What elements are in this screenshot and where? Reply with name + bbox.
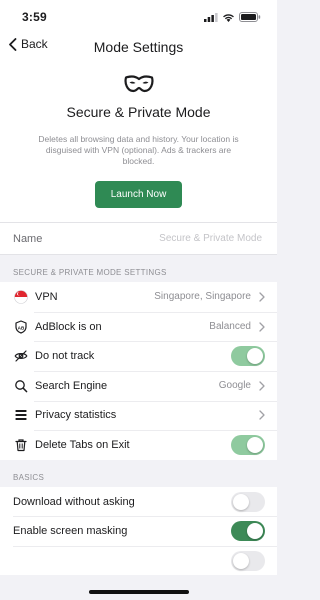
wifi-icon (223, 13, 234, 22)
chevron-right-icon (255, 410, 269, 420)
download-without-asking-label: Download without asking (13, 495, 135, 508)
do-not-track-label: Do not track (35, 350, 95, 363)
launch-now-button[interactable]: Launch Now (94, 181, 183, 209)
navigation-bar: Back Mode Settings (0, 34, 277, 60)
vpn-location-value: Singapore, Singapore (154, 291, 251, 303)
section-header-basics: BASICS (13, 472, 45, 482)
search-engine-row[interactable]: Search Engine Google (0, 370, 277, 401)
back-label: Back (21, 37, 48, 51)
partially-hidden-toggle[interactable] (231, 550, 265, 571)
download-without-asking-toggle[interactable] (231, 491, 265, 512)
statistics-icon (13, 407, 29, 423)
back-button[interactable]: Back (8, 37, 48, 51)
download-without-asking-row: Download without asking (0, 487, 277, 517)
status-bar: 3:59 (0, 0, 277, 34)
chevron-right-icon (255, 292, 269, 302)
chevron-right-icon (255, 381, 269, 391)
search-engine-value: Google (218, 380, 251, 392)
search-icon (13, 378, 29, 394)
toggle-knob (247, 436, 263, 453)
home-indicator (88, 590, 189, 594)
status-icons (204, 12, 261, 22)
battery-icon (239, 12, 261, 22)
svg-text:AB: AB (18, 325, 25, 330)
search-engine-label: Search Engine (35, 379, 108, 392)
adblock-level-value: Balanced (209, 321, 251, 333)
section-header-settings: SECURE & PRIVATE MODE SETTINGS (13, 268, 167, 278)
name-label: Name (13, 232, 43, 245)
mode-hero: Secure & Private Mode Deletes all browsi… (0, 60, 277, 224)
delete-tabs-row: Delete Tabs on Exit (0, 430, 277, 460)
partially-hidden-row (0, 545, 277, 576)
enable-screen-masking-label: Enable screen masking (13, 525, 128, 538)
trash-icon (13, 437, 29, 453)
enable-screen-masking-row: Enable screen masking (0, 516, 277, 546)
page-title: Mode Settings (93, 39, 184, 55)
chevron-right-icon (255, 321, 269, 332)
delete-tabs-label: Delete Tabs on Exit (35, 438, 130, 451)
cellular-signal-icon (204, 12, 218, 22)
chevron-left-icon (9, 37, 17, 51)
mode-description: Deletes all browsing data and history. Y… (38, 134, 239, 167)
do-not-track-toggle[interactable] (231, 346, 265, 367)
adblock-row[interactable]: AB AdBlock is on Balanced (0, 311, 277, 342)
toggle-knob (247, 523, 263, 540)
singapore-flag-icon (13, 289, 29, 305)
adblock-shield-icon: AB (13, 319, 29, 335)
mask-icon (124, 75, 153, 93)
name-field-row: Name (0, 223, 277, 256)
enable-screen-masking-toggle[interactable] (231, 521, 265, 542)
privacy-statistics-row[interactable]: Privacy statistics (0, 400, 277, 431)
toggle-knob (233, 552, 249, 569)
do-not-track-row: Do not track (0, 341, 277, 371)
mode-title: Secure & Private Mode (66, 104, 211, 120)
vpn-row[interactable]: VPN Singapore, Singapore (0, 282, 277, 312)
toggle-knob (247, 348, 263, 365)
toggle-knob (233, 493, 249, 510)
name-input[interactable] (130, 232, 264, 246)
adblock-label: AdBlock is on (35, 320, 102, 333)
privacy-statistics-label: Privacy statistics (35, 409, 117, 422)
basics-group: Download without asking Enable screen ma… (0, 486, 277, 576)
eye-slash-icon (13, 348, 29, 364)
delete-tabs-toggle[interactable] (231, 434, 265, 455)
status-time: 3:59 (22, 10, 47, 24)
vpn-label: VPN (35, 290, 58, 303)
settings-group: VPN Singapore, Singapore AB AdBlock is o… (0, 282, 277, 460)
